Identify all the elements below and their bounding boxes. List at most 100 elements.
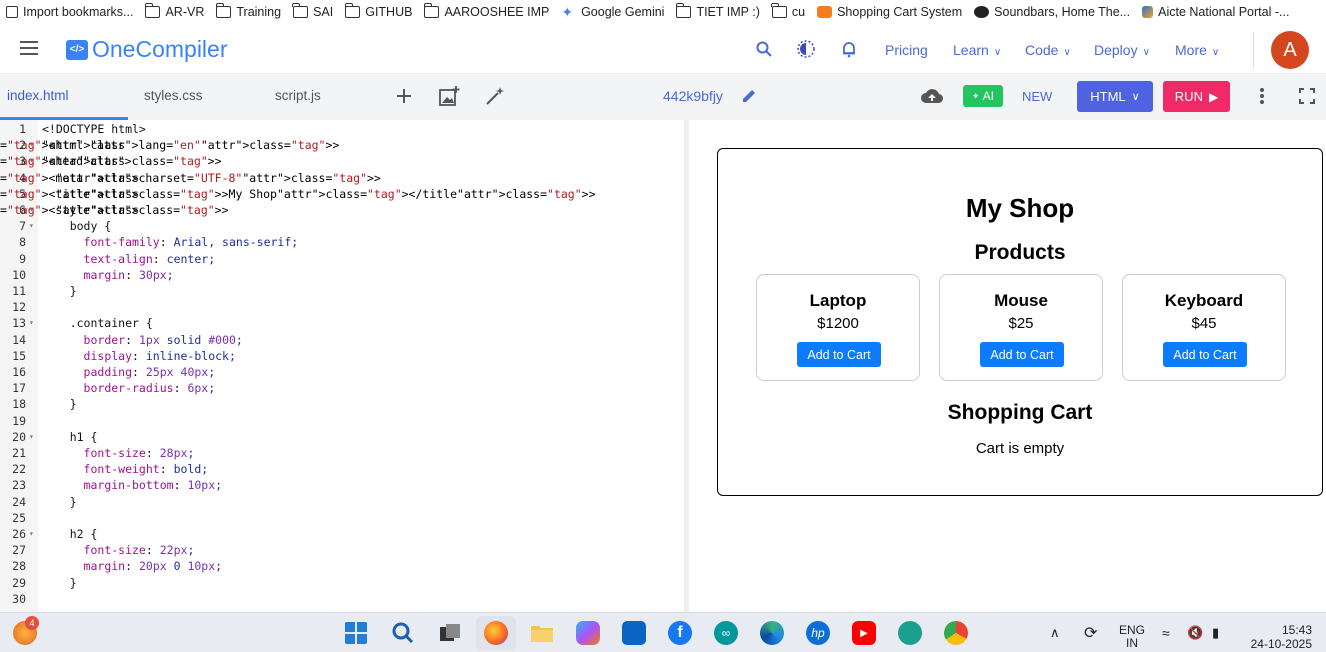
bookmark-aarooshee-imp[interactable]: AAROOSHEE IMP <box>423 3 549 19</box>
language-select-button[interactable]: HTML ∨ <box>1077 81 1153 112</box>
bookmark-import[interactable]: Import bookmarks... <box>6 5 133 19</box>
nav-pricing[interactable]: Pricing <box>885 42 928 58</box>
tab-index-html[interactable]: index.html <box>7 88 69 103</box>
code-line[interactable]: 4 "attr">class ="tag"><meta "attr">charse… <box>0 170 684 186</box>
code-line[interactable]: 14 border: 1px solid #000; <box>0 332 684 348</box>
battery-icon[interactable]: ▮ <box>1212 625 1219 641</box>
run-button[interactable]: RUN ▶ <box>1163 81 1230 112</box>
menu-icon[interactable] <box>20 41 38 55</box>
nav-code[interactable]: Code ∨ <box>1025 42 1071 58</box>
code-editor[interactable]: 1 <!DOCTYPE html> 2 ▾ "attr">class ="tag"><ht… <box>0 120 684 612</box>
bookmark-ar-vr[interactable]: AR-VR <box>144 3 204 19</box>
bookmark-tiet-imp[interactable]: TIET IMP :) <box>675 3 760 19</box>
file-explorer-icon[interactable] <box>530 621 554 645</box>
add-to-cart-button[interactable]: Add to Cart <box>1163 342 1247 367</box>
code-line[interactable]: 3 ▾ "attr">class ="tag"><head"attr">class="… <box>0 153 684 169</box>
nav-more[interactable]: More ∨ <box>1175 42 1219 58</box>
code-line[interactable]: 22 font-weight: bold; <box>0 461 684 477</box>
add-image-icon[interactable] <box>438 85 460 107</box>
theme-toggle-icon[interactable] <box>797 40 815 58</box>
sync-icon[interactable]: ⟳ <box>1084 623 1097 643</box>
code-line[interactable]: 5 "attr">class ="tag"><title"attr">class=… <box>0 186 684 202</box>
code-line[interactable]: 13 ▾ .container { <box>0 315 684 331</box>
code-line[interactable]: 17 border-radius: 6px; <box>0 380 684 396</box>
code-line[interactable]: 15 display: inline-block; <box>0 348 684 364</box>
bookmark-sai[interactable]: SAI <box>292 3 333 19</box>
code-line[interactable]: 21 font-size: 28px; <box>0 445 684 461</box>
code-line[interactable]: 2 ▾ "attr">class ="tag"><html "attr">lang="… <box>0 137 684 153</box>
bookmark-aicte[interactable]: Aicte National Portal -... <box>1142 5 1289 19</box>
tab-script-js[interactable]: script.js <box>275 88 321 103</box>
fullscreen-icon[interactable] <box>1298 87 1316 105</box>
code-line[interactable]: 6 ▾ "attr">class ="tag"><style"attr">class… <box>0 202 684 218</box>
tab-styles-css[interactable]: styles.css <box>144 88 203 103</box>
chrome-icon[interactable] <box>944 621 968 645</box>
fold-icon[interactable]: ▾ <box>29 218 34 234</box>
ai-button[interactable]: ✦ AI <box>963 85 1003 107</box>
hp-icon[interactable]: hp <box>806 621 830 645</box>
search-icon[interactable] <box>391 621 415 645</box>
arduino-icon[interactable]: ∞ <box>714 621 738 645</box>
language-indicator[interactable]: ENG IN <box>1119 624 1145 650</box>
search-icon[interactable] <box>755 40 773 58</box>
bookmark-github[interactable]: GITHUB <box>344 3 412 19</box>
cloud-upload-icon[interactable] <box>920 85 944 107</box>
wave-app-icon[interactable] <box>898 621 922 645</box>
new-button[interactable]: NEW <box>1022 89 1052 104</box>
code-line[interactable]: 30 <box>0 591 684 607</box>
code-line[interactable]: 11 } <box>0 283 684 299</box>
task-view-icon[interactable] <box>438 621 462 645</box>
bookmark-soundbars[interactable]: Soundbars, Home The... <box>974 5 1130 19</box>
code-line[interactable]: 26 ▾ h2 { <box>0 526 684 542</box>
edit-icon[interactable] <box>740 87 758 105</box>
code-line[interactable]: 25 <box>0 510 684 526</box>
clock[interactable]: 15:43 24-10-2025 <box>1248 623 1312 651</box>
facebook-icon[interactable]: f <box>668 621 692 645</box>
edge-icon[interactable] <box>760 621 784 645</box>
more-vertical-icon[interactable] <box>1251 85 1273 107</box>
add-to-cart-button[interactable]: Add to Cart <box>980 342 1064 367</box>
bookmark-google-gemini[interactable]: ✦ Google Gemini <box>561 4 664 21</box>
firefox-icon[interactable] <box>484 621 508 645</box>
code-line[interactable]: 23 margin-bottom: 10px; <box>0 477 684 493</box>
project-name[interactable]: 442k9bfjy <box>663 88 723 104</box>
fold-icon[interactable]: ▾ <box>29 429 34 445</box>
code-line[interactable]: 20 ▾ h1 { <box>0 429 684 445</box>
magic-wand-icon[interactable] <box>484 85 506 107</box>
nav-learn[interactable]: Learn ∨ <box>953 42 1001 58</box>
add-to-cart-button[interactable]: Add to Cart <box>797 342 881 367</box>
code-line[interactable]: 10 margin: 30px; <box>0 267 684 283</box>
fold-icon[interactable]: ▾ <box>29 526 34 542</box>
code-line[interactable]: 28 margin: 20px 0 10px; <box>0 558 684 574</box>
code-line[interactable]: 18 } <box>0 396 684 412</box>
code-line[interactable]: 29 } <box>0 575 684 591</box>
add-file-icon[interactable] <box>393 85 415 107</box>
code-line[interactable]: 19 <box>0 413 684 429</box>
nav-deploy[interactable]: Deploy ∨ <box>1094 42 1150 58</box>
bookmark-training[interactable]: Training <box>215 3 281 19</box>
bookmark-cu[interactable]: cu <box>771 3 805 19</box>
code-line[interactable]: 8 font-family: Arial, sans-serif; <box>0 234 684 250</box>
outlook-icon[interactable] <box>622 621 646 645</box>
logo[interactable]: </> OneCompiler <box>66 36 228 63</box>
code-line[interactable]: 12 <box>0 299 684 315</box>
code-line[interactable]: 24 } <box>0 494 684 510</box>
youtube-icon[interactable]: ▶ <box>852 621 876 645</box>
avatar[interactable]: A <box>1271 31 1309 69</box>
fold-icon[interactable]: ▾ <box>29 137 34 153</box>
volume-muted-icon[interactable]: 🔇 <box>1187 625 1203 641</box>
code-line[interactable]: 7 ▾ body { <box>0 218 684 234</box>
code-line[interactable]: 9 text-align: center; <box>0 251 684 267</box>
fold-icon[interactable]: ▾ <box>29 315 34 331</box>
bell-icon[interactable] <box>840 40 858 58</box>
code-line[interactable]: 1 <!DOCTYPE html> <box>0 121 684 137</box>
fold-icon[interactable]: ▾ <box>29 202 34 218</box>
fold-icon[interactable]: ▾ <box>29 153 34 169</box>
copilot-icon[interactable] <box>576 621 600 645</box>
code-line[interactable]: 16 padding: 25px 40px; <box>0 364 684 380</box>
windows-start-icon[interactable] <box>344 621 368 645</box>
chevron-up-icon[interactable]: ∧ <box>1050 625 1060 641</box>
code-line[interactable]: 27 font-size: 22px; <box>0 542 684 558</box>
bookmark-shopping-cart[interactable]: Shopping Cart System <box>817 5 962 19</box>
wifi-icon[interactable]: ≈ <box>1162 625 1170 641</box>
